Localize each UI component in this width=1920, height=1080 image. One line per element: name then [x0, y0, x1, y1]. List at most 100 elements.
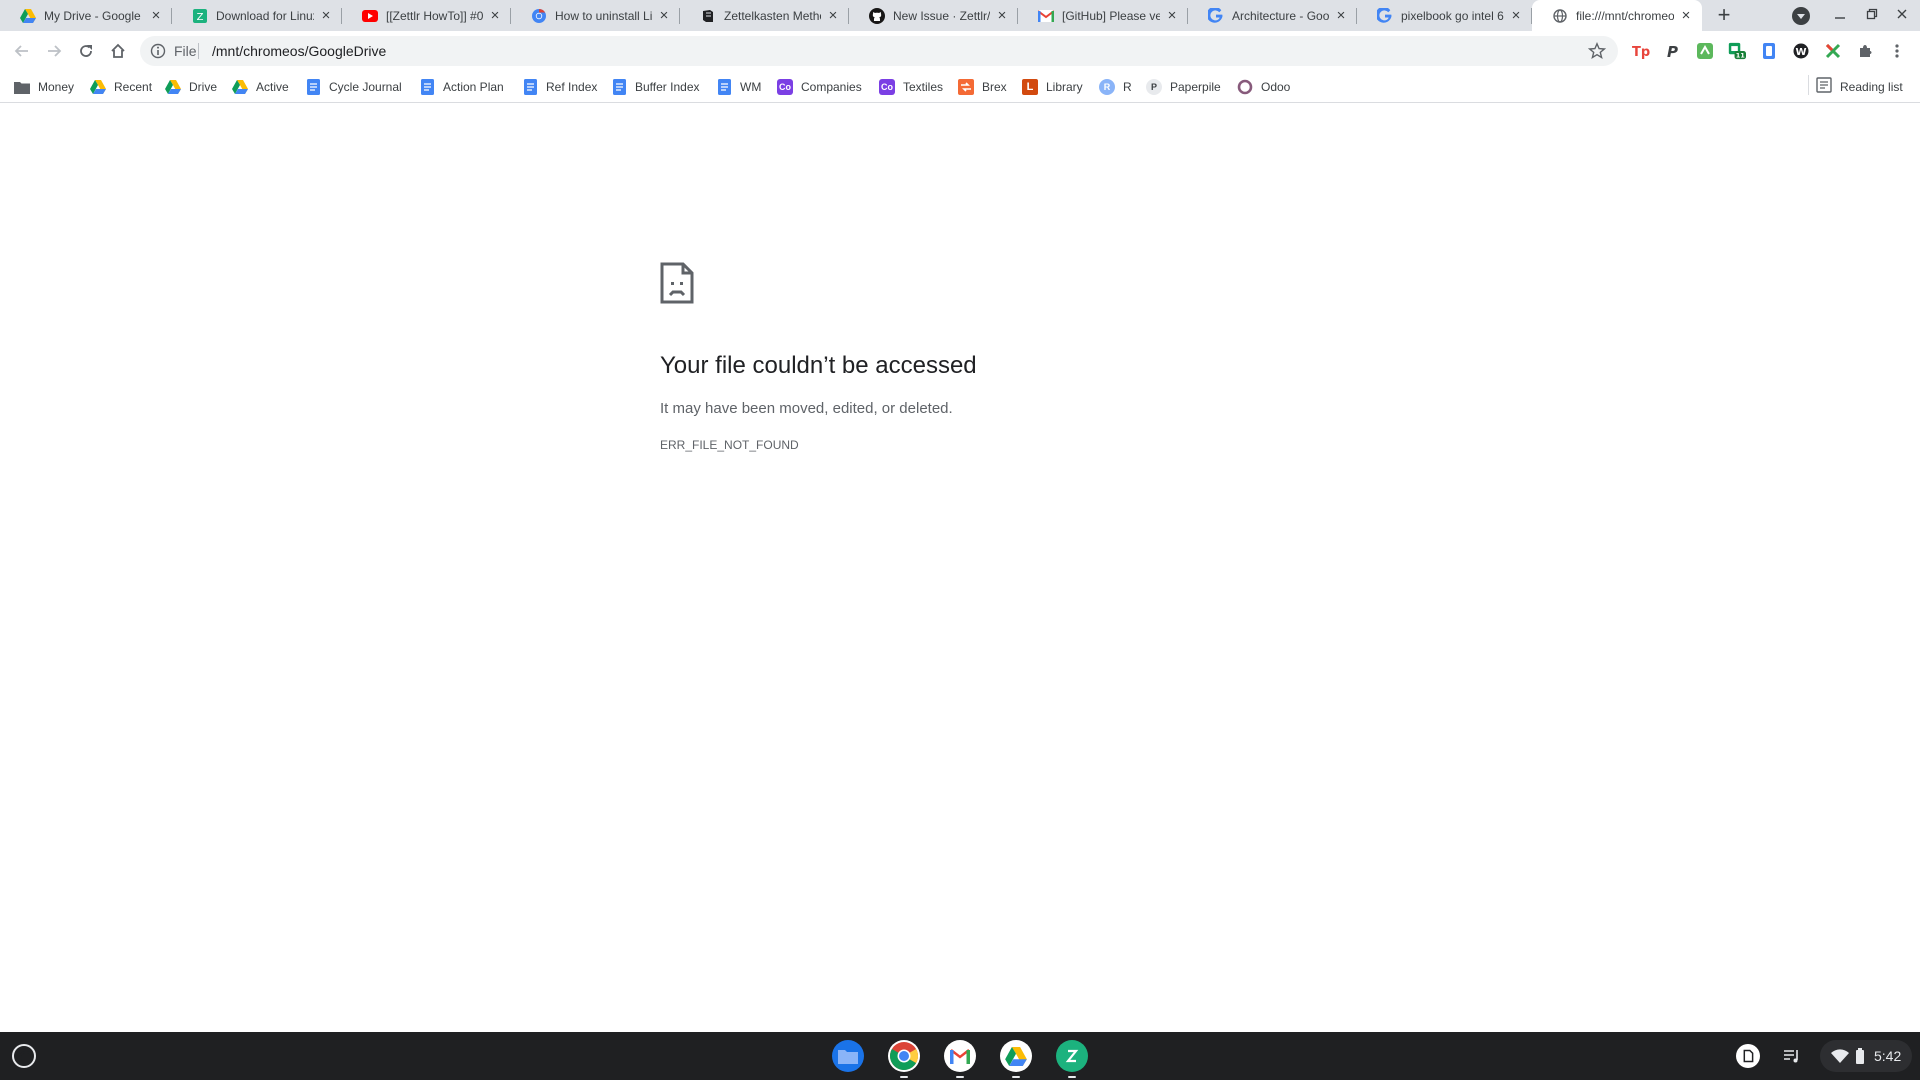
bookmark-drive[interactable]: Drive: [165, 78, 217, 96]
close-icon[interactable]: ×: [1164, 7, 1180, 24]
launcher-icon[interactable]: [12, 1044, 36, 1068]
paperpile-extension-icon[interactable]: P: [1664, 42, 1682, 60]
files-icon[interactable]: [832, 1040, 864, 1072]
docs-icon: [716, 79, 732, 95]
running-indicator: [956, 1076, 964, 1078]
close-icon[interactable]: ×: [656, 7, 672, 24]
gmail-icon: [1038, 8, 1054, 24]
tab-uninstall-linux[interactable]: How to uninstall Linux ×: [511, 0, 680, 31]
bookmark-label: Recent: [114, 80, 153, 94]
bookmark-library[interactable]: L Library: [1022, 78, 1083, 96]
tools-extension-icon[interactable]: [1824, 42, 1842, 60]
tab-pixelbook[interactable]: pixelbook go intel 6 ×: [1357, 0, 1532, 31]
new-tab-button[interactable]: +: [1712, 4, 1736, 28]
tab-zettlr-howto[interactable]: [[Zettlr HowTo]] #003 ×: [342, 0, 511, 31]
docs-icon: [305, 79, 321, 95]
close-icon[interactable]: ×: [148, 7, 164, 24]
bookmark-label: Paperpile: [1170, 80, 1221, 94]
bookmark-paperpile[interactable]: P Paperpile: [1146, 78, 1221, 96]
close-icon[interactable]: ×: [487, 7, 503, 24]
battery-icon: [1848, 1044, 1872, 1068]
coda-icon: Co: [777, 79, 793, 95]
github-icon: [869, 7, 885, 24]
tab-new-issue[interactable]: New Issue · Zettlr/Zettlr ×: [849, 0, 1018, 31]
sheets-extension-icon[interactable]: 11: [1728, 42, 1746, 60]
forward-icon[interactable]: [42, 39, 66, 63]
tab-github-verify[interactable]: [GitHub] Please verify ×: [1018, 0, 1188, 31]
feedly-extension-icon[interactable]: [1696, 42, 1714, 60]
home-icon[interactable]: [106, 39, 130, 63]
bookmark-textiles[interactable]: Co Textiles: [879, 78, 943, 96]
back-icon[interactable]: [10, 39, 34, 63]
toptal-extension-icon[interactable]: Tp: [1632, 42, 1650, 60]
restore-icon[interactable]: [1862, 6, 1882, 26]
bookmark-money[interactable]: Money: [14, 78, 74, 96]
close-icon[interactable]: ×: [318, 7, 334, 24]
bookmark-ref-index[interactable]: Ref Index: [522, 78, 597, 96]
minimize-icon[interactable]: [1830, 6, 1850, 26]
bookmark-label: Buffer Index: [635, 80, 700, 94]
close-icon[interactable]: ×: [1508, 7, 1524, 24]
bookmark-brex[interactable]: Brex: [958, 78, 1007, 96]
library-icon: L: [1022, 79, 1038, 95]
menu-dots-icon[interactable]: [1888, 42, 1906, 60]
book-icon: [700, 8, 716, 24]
bookmark-cycle-journal[interactable]: Cycle Journal: [305, 78, 402, 96]
puzzle-extensions-icon[interactable]: [1856, 42, 1874, 60]
paperpile-icon: P: [1146, 79, 1162, 95]
bookmark-label: Action Plan: [443, 80, 504, 94]
url-scheme-label: File: [174, 43, 197, 59]
close-icon[interactable]: ×: [1678, 7, 1694, 24]
bookmark-recent[interactable]: Recent: [90, 78, 152, 96]
bookmark-r[interactable]: R R: [1099, 78, 1132, 96]
tab-search-icon[interactable]: [1792, 7, 1810, 25]
docs-icon: [611, 79, 627, 95]
bookmark-label: Brex: [982, 80, 1007, 94]
globe-icon: [1552, 8, 1568, 24]
bookmark-action-plan[interactable]: Action Plan: [419, 78, 504, 96]
bookmark-active[interactable]: Active: [232, 78, 289, 96]
omnibox[interactable]: File /mnt/chromeos/GoogleDrive: [140, 36, 1618, 66]
svg-text:W: W: [1795, 47, 1806, 58]
google-drive-icon[interactable]: [1000, 1040, 1032, 1072]
close-icon[interactable]: ×: [825, 7, 841, 24]
tab-title: pixelbook go intel 6: [1401, 8, 1504, 23]
r-icon: R: [1099, 79, 1115, 95]
docs-icon: [419, 79, 435, 95]
tab-file-googledrive[interactable]: file:///mnt/chromeos/GoogleDrive ×: [1532, 0, 1702, 31]
bookmark-buffer-index[interactable]: Buffer Index: [611, 78, 700, 96]
extension-badge-count: 11: [1736, 52, 1746, 60]
tab-title: New Issue · Zettlr/Zettlr: [893, 8, 990, 23]
reload-icon[interactable]: [74, 39, 98, 63]
reading-list-button[interactable]: Reading list: [1816, 76, 1903, 96]
info-icon[interactable]: [150, 43, 166, 59]
zettlr-icon: Z: [192, 8, 208, 24]
zettlr-icon[interactable]: [1056, 1040, 1088, 1072]
tab-zettelkasten[interactable]: Zettelkasten Method ×: [680, 0, 849, 31]
google-drive-icon: [90, 79, 106, 95]
coda-icon: Co: [879, 79, 895, 95]
tab-download-linux[interactable]: Z Download for Linux ×: [172, 0, 342, 31]
close-window-icon[interactable]: [1892, 6, 1912, 26]
tab-architecture[interactable]: Architecture - Google ×: [1188, 0, 1357, 31]
chrome-icon[interactable]: [888, 1040, 920, 1072]
gmail-icon[interactable]: [944, 1040, 976, 1072]
docs-icon: [522, 79, 538, 95]
bookmark-companies[interactable]: Co Companies: [777, 78, 862, 96]
close-icon[interactable]: ×: [1333, 7, 1349, 24]
brex-icon: [958, 79, 974, 95]
bookmark-wm[interactable]: WM: [716, 78, 761, 96]
tab-my-drive[interactable]: My Drive - Google Drive ×: [0, 0, 172, 31]
close-icon[interactable]: ×: [994, 7, 1010, 24]
github-extension-icon[interactable]: W: [1792, 42, 1810, 60]
docs-extension-icon[interactable]: [1760, 42, 1778, 60]
holding-space-icon[interactable]: [1736, 1044, 1760, 1068]
bookmark-star-icon[interactable]: [1587, 42, 1607, 60]
media-controls-icon[interactable]: [1780, 1044, 1804, 1068]
tab-title: My Drive - Google Drive: [44, 8, 144, 23]
url-text[interactable]: /mnt/chromeos/GoogleDrive: [212, 43, 386, 59]
bookmark-odoo[interactable]: Odoo: [1237, 78, 1290, 96]
clock-time: 5:42: [1874, 1048, 1902, 1064]
bookmark-label: Odoo: [1261, 80, 1291, 94]
bookmark-label: Ref Index: [546, 80, 598, 94]
